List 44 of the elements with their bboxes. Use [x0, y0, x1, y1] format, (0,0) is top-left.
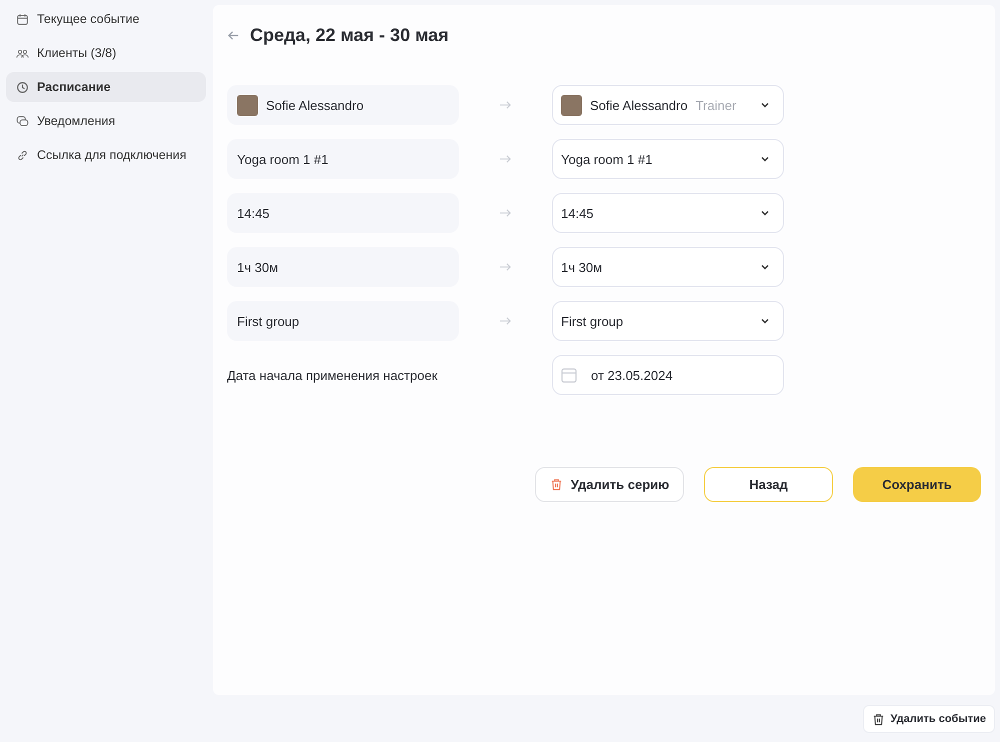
back-arrow-icon[interactable]	[227, 28, 240, 42]
current-value-text: 14:45	[237, 206, 270, 220]
select-field[interactable]: 1ч 30м	[552, 247, 784, 287]
sidebar-item[interactable]: Расписание	[6, 72, 206, 102]
arrow-right-icon	[499, 208, 512, 218]
select-field[interactable]: First group	[552, 301, 784, 341]
avatar-photo-placeholder	[237, 94, 258, 116]
select-value: 14:45	[561, 206, 594, 220]
delete-series-button[interactable]: Удалить серию	[535, 467, 684, 502]
sidebar-item[interactable]: Уведомления	[6, 106, 206, 136]
trash-icon	[872, 712, 884, 726]
page-title: Среда, 22 мая - 30 мая	[250, 24, 449, 46]
role-label: Trainer	[696, 98, 736, 112]
current-value-text: Sofie Alessandro	[266, 98, 364, 112]
calendar-icon	[16, 12, 29, 26]
back-button[interactable]: Назад	[704, 467, 833, 502]
trash-icon	[550, 478, 563, 491]
arrow-right-icon	[499, 100, 512, 110]
sidebar-item[interactable]: Ссылка для подключения	[6, 140, 206, 170]
date-value: от 23.05.2024	[591, 368, 673, 382]
clock-icon	[16, 80, 29, 94]
select-field[interactable]: Yoga room 1 #1	[552, 139, 784, 179]
select-value: Sofie Alessandro	[590, 98, 688, 112]
select-value: First group	[561, 314, 624, 328]
select-field[interactable]: Sofie Alessandro Trainer	[552, 85, 784, 125]
arrow-right-icon	[499, 154, 512, 164]
date-field[interactable]: от 23.05.2024	[552, 355, 784, 395]
sidebar-item[interactable]: Клиенты (3/8)	[6, 38, 206, 68]
avatar-photo-placeholder	[561, 94, 582, 116]
current-value-text: Yoga room 1 #1	[237, 152, 328, 166]
select-field[interactable]: 14:45	[552, 193, 784, 233]
arrow-right-icon	[499, 262, 512, 272]
save-button[interactable]: Сохранить	[853, 467, 981, 502]
arrow-right-icon	[499, 316, 512, 326]
sidebar-item[interactable]: Текущее событие	[6, 4, 206, 34]
current-value-text: First group	[237, 314, 300, 328]
select-value: Yoga room 1 #1	[561, 152, 652, 166]
chat-icon	[16, 114, 29, 128]
current-value-text: 1ч 30м	[237, 260, 278, 274]
delete-event-button[interactable]: Удалить событие	[862, 705, 995, 733]
select-value: 1ч 30м	[561, 260, 602, 274]
start-date-label: Дата начала применения настроек	[227, 368, 438, 382]
calendar-icon	[561, 367, 577, 383]
link-icon	[16, 148, 29, 162]
